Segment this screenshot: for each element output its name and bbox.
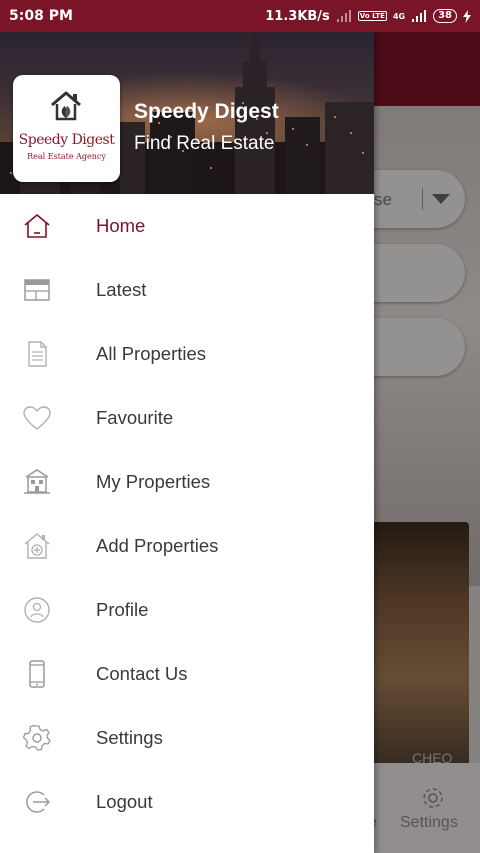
building-icon	[24, 469, 50, 494]
logo-title: Speedy Digest	[18, 132, 115, 148]
menu-label-settings: Settings	[96, 727, 163, 748]
status-time: 5:08 PM	[9, 8, 73, 24]
drawer-menu: Home Latest All Properties Favourite My …	[0, 194, 374, 834]
drawer-tagline: Find Real Estate	[134, 133, 275, 154]
logo-subtitle: Real Estate Agency	[27, 152, 106, 161]
house-leaf-logo-icon	[51, 91, 81, 121]
home-icon	[24, 214, 50, 238]
menu-label-profile: Profile	[96, 599, 149, 620]
menu-label-favourite: Favourite	[96, 407, 174, 428]
menu-label-latest: Latest	[96, 279, 147, 300]
menu-label-home: Home	[96, 215, 146, 236]
profile-icon	[24, 597, 50, 623]
signal-weak-icon	[336, 10, 351, 22]
menu-item-logout[interactable]: Logout	[0, 770, 374, 834]
phone-icon	[29, 660, 45, 688]
document-icon	[28, 341, 47, 367]
menu-item-contact-us[interactable]: Contact Us	[0, 642, 374, 706]
heart-icon	[23, 406, 51, 430]
charging-icon	[463, 9, 471, 23]
agency-logo: Speedy Digest Real Estate Agency	[13, 75, 120, 182]
add-home-icon	[24, 533, 50, 559]
menu-item-settings[interactable]: Settings	[0, 706, 374, 770]
navigation-drawer: Speedy Digest Real Estate Agency Speedy …	[0, 32, 374, 853]
volte-badge: Vo LTE	[357, 11, 387, 21]
status-bar: 5:08 PM 11.3KB/s Vo LTE 4G 38	[0, 0, 480, 32]
battery-level: 38	[433, 9, 457, 23]
menu-item-favourite[interactable]: Favourite	[0, 386, 374, 450]
network-type: 4G	[392, 11, 406, 21]
menu-label-my-properties: My Properties	[96, 471, 211, 492]
menu-item-profile[interactable]: Profile	[0, 578, 374, 642]
menu-item-all-properties[interactable]: All Properties	[0, 322, 374, 386]
menu-label-all-properties: All Properties	[96, 343, 207, 364]
menu-item-home[interactable]: Home	[0, 194, 374, 258]
menu-item-my-properties[interactable]: My Properties	[0, 450, 374, 514]
signal-strong-icon	[412, 10, 427, 22]
menu-label-logout: Logout	[96, 791, 153, 812]
drawer-header: Speedy Digest Real Estate Agency Speedy …	[0, 32, 374, 194]
menu-label-contact-us: Contact Us	[96, 663, 188, 684]
menu-label-add-properties: Add Properties	[96, 535, 219, 556]
menu-item-add-properties[interactable]: Add Properties	[0, 514, 374, 578]
menu-item-latest[interactable]: Latest	[0, 258, 374, 322]
network-speed: 11.3KB/s	[265, 8, 330, 24]
gear-icon	[22, 724, 51, 751]
calendar-icon	[24, 279, 50, 301]
drawer-app-name: Speedy Digest	[134, 100, 279, 123]
logout-icon	[26, 791, 51, 813]
